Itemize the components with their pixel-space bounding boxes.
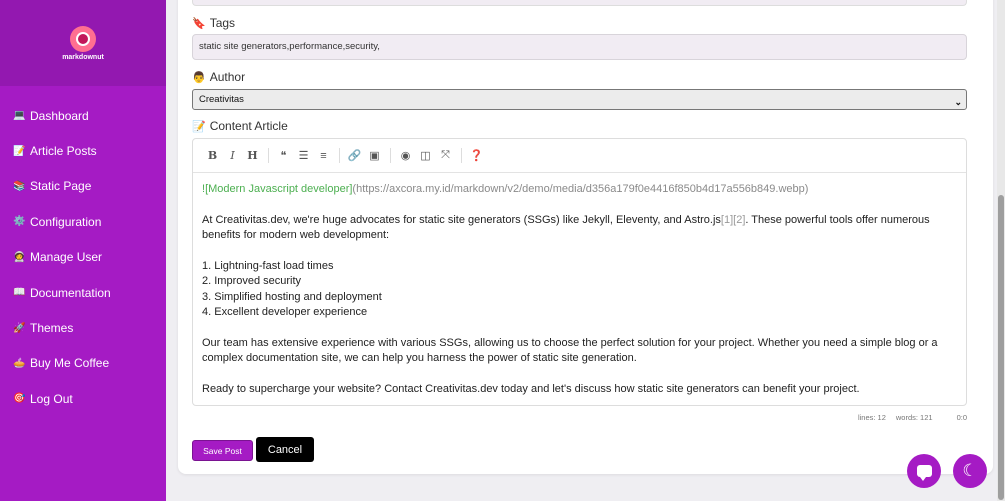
markdown-editor: B I H ❝ ☰ ≡ 🔗 ▣ ◉ ◫ ⤧ ❓ ![Modern Javascr… bbox=[192, 138, 967, 406]
cancel-button[interactable]: Cancel bbox=[256, 437, 314, 462]
memo-icon: 📝 bbox=[13, 145, 26, 157]
paragraph-team: Our team has extensive experience with v… bbox=[202, 337, 938, 365]
footnote-ref: [1] bbox=[720, 213, 734, 226]
paragraph-intro: At Creativitas.dev, we're huge advocates… bbox=[202, 213, 957, 244]
word-count: words: 121 bbox=[895, 413, 933, 422]
cursor-position: 0:0 bbox=[956, 413, 967, 422]
sidebar: markdownut 💻 Dashboard 📝 Article Posts 📚… bbox=[0, 0, 166, 501]
brand[interactable]: markdownut bbox=[0, 0, 166, 86]
logo-icon bbox=[70, 25, 96, 52]
laptop-icon: 💻 bbox=[13, 110, 26, 122]
unordered-list-icon[interactable]: ☰ bbox=[294, 146, 313, 165]
tags-label-text: Tags bbox=[209, 16, 236, 30]
books-icon: 📚 bbox=[13, 180, 26, 192]
editor-statusbar: lines: 12 words: 121 0:0 bbox=[858, 413, 967, 422]
markdown-image-line: ![Modern Javascript developer](https://a… bbox=[202, 182, 957, 197]
fullscreen-icon[interactable]: ⤧ bbox=[436, 146, 455, 165]
list-item: 3. Simplified hosting and deployment bbox=[202, 290, 382, 303]
editor-content[interactable]: ![Modern Javascript developer](https://a… bbox=[193, 173, 966, 407]
sidebar-item-label: Buy Me Coffee bbox=[30, 356, 110, 371]
paragraph-cta: Ready to supercharge your website? Conta… bbox=[202, 383, 860, 396]
theme-toggle-button[interactable]: ☾ bbox=[953, 454, 987, 488]
moon-icon: ☾ bbox=[962, 461, 978, 480]
author-select[interactable]: Creativitas ⌄ bbox=[192, 89, 967, 110]
sidebar-item-label: Documentation bbox=[30, 285, 111, 300]
list-item: 4. Excellent developer experience bbox=[202, 306, 368, 319]
sidebar-item-buy-me-coffee[interactable]: 🥧 Buy Me Coffee bbox=[0, 346, 166, 381]
sidebar-item-dashboard[interactable]: 💻 Dashboard bbox=[0, 98, 166, 133]
editor-toolbar: B I H ❝ ☰ ≡ 🔗 ▣ ◉ ◫ ⤧ ❓ bbox=[193, 139, 966, 173]
line-count: lines: 12 bbox=[857, 413, 886, 422]
italic-icon[interactable]: I bbox=[223, 146, 242, 165]
tags-label: 🔖 Tags bbox=[192, 16, 235, 30]
chevron-down-icon: ⌄ bbox=[954, 97, 962, 107]
chat-icon bbox=[916, 465, 932, 481]
brand-name: markdownut bbox=[62, 53, 104, 61]
toolbar-divider bbox=[268, 148, 269, 163]
sidebar-item-label: Themes bbox=[30, 321, 74, 336]
sidebar-item-label: Article Posts bbox=[30, 144, 97, 159]
sidebar-item-log-out[interactable]: 🎯 Log Out bbox=[0, 381, 166, 416]
memo-icon: 📝 bbox=[192, 120, 206, 133]
footnote-ref: [2] bbox=[733, 213, 746, 226]
sidebar-item-manage-user[interactable]: 🧑‍🚀 Manage User bbox=[0, 240, 166, 275]
ordered-list-icon[interactable]: ≡ bbox=[314, 146, 333, 165]
sidebar-item-label: Configuration bbox=[30, 214, 102, 229]
content-label-text: Content Article bbox=[209, 119, 288, 133]
sidebar-item-label: Manage User bbox=[30, 250, 103, 265]
image-icon[interactable]: ▣ bbox=[365, 146, 384, 165]
paragraph-text: At Creativitas.dev, we're huge advocates… bbox=[202, 213, 721, 226]
page-scrollbar[interactable] bbox=[997, 0, 1005, 501]
side-by-side-icon[interactable]: ◫ bbox=[416, 146, 435, 165]
quote-icon[interactable]: ❝ bbox=[274, 146, 293, 165]
user-icon: 🧑‍🚀 bbox=[13, 251, 26, 263]
list-item: 1. Lightning-fast load times bbox=[202, 260, 334, 272]
sidebar-item-themes[interactable]: 🚀 Themes bbox=[0, 310, 166, 345]
scrollbar-thumb[interactable] bbox=[998, 195, 1004, 500]
book-icon: 📖 bbox=[13, 287, 26, 299]
gear-icon: ⚙️ bbox=[13, 216, 26, 228]
sidebar-item-label: Static Page bbox=[30, 179, 92, 194]
image-alt-text: [Modern Javascript developer] bbox=[205, 183, 353, 195]
post-editor-card: 🔖 Tags static site generators,performanc… bbox=[178, 0, 993, 474]
coffee-icon: 🥧 bbox=[13, 357, 26, 369]
bold-icon[interactable]: B bbox=[203, 146, 222, 165]
sidebar-item-documentation[interactable]: 📖 Documentation bbox=[0, 275, 166, 310]
bookmark-icon: 🔖 bbox=[192, 17, 206, 30]
link-icon[interactable]: 🔗 bbox=[345, 146, 364, 165]
save-post-button[interactable]: Save Post bbox=[192, 440, 253, 461]
heading-icon[interactable]: H bbox=[243, 146, 262, 165]
tags-input[interactable]: static site generators,performance,secur… bbox=[192, 34, 967, 60]
sidebar-item-static-page[interactable]: 📚 Static Page bbox=[0, 169, 166, 204]
chat-button[interactable] bbox=[907, 454, 941, 488]
preview-icon[interactable]: ◉ bbox=[396, 146, 415, 165]
toolbar-divider bbox=[390, 148, 391, 163]
author-label-text: Author bbox=[209, 70, 246, 84]
toolbar-divider bbox=[461, 148, 462, 163]
toolbar-divider bbox=[339, 148, 340, 163]
author-label: 👨 Author bbox=[192, 70, 245, 84]
logout-icon: 🎯 bbox=[13, 393, 26, 405]
sidebar-item-article-posts[interactable]: 📝 Article Posts bbox=[0, 133, 166, 168]
sidebar-item-configuration[interactable]: ⚙️ Configuration bbox=[0, 204, 166, 239]
rocket-icon: 🚀 bbox=[13, 322, 26, 334]
author-selected-value: Creativitas bbox=[199, 94, 244, 105]
help-icon[interactable]: ❓ bbox=[467, 146, 486, 165]
content-label: 📝 Content Article bbox=[192, 119, 288, 133]
sidebar-nav: 💻 Dashboard 📝 Article Posts 📚 Static Pag… bbox=[0, 86, 166, 417]
person-icon: 👨 bbox=[192, 71, 206, 84]
list-item: 2. Improved security bbox=[202, 275, 302, 288]
sidebar-item-label: Log Out bbox=[30, 391, 73, 406]
sidebar-item-label: Dashboard bbox=[30, 108, 89, 123]
previous-field-input[interactable] bbox=[192, 0, 967, 6]
image-url: (https://axcora.my.id/markdown/v2/demo/m… bbox=[352, 183, 809, 195]
